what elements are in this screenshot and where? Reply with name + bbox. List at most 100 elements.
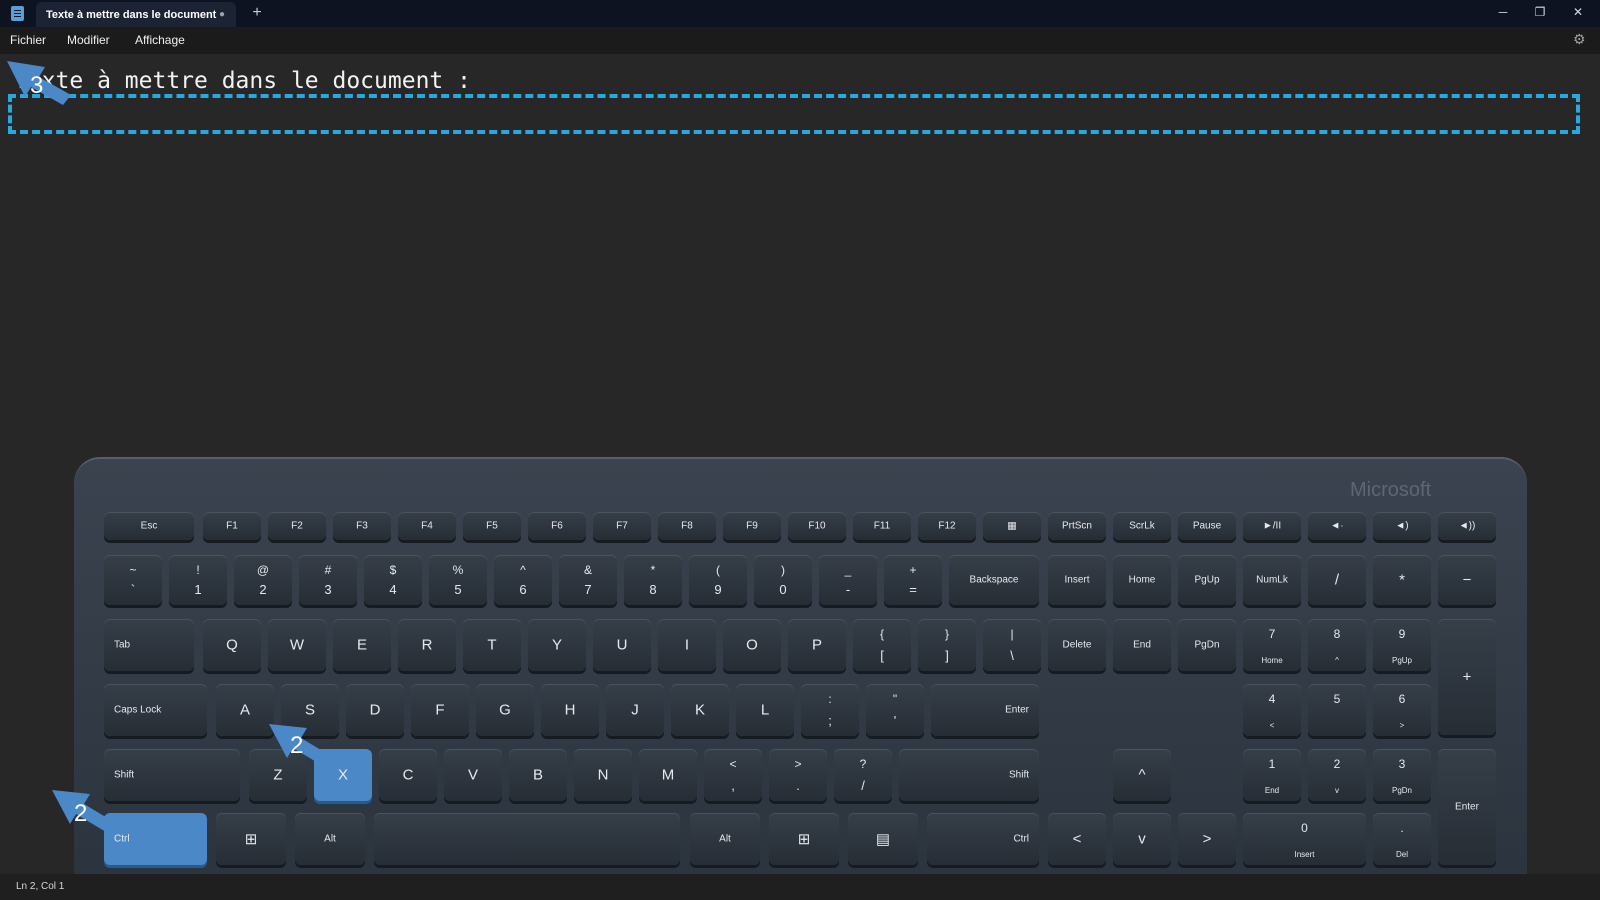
fn-key-11-label: F11: [873, 520, 891, 532]
close-button[interactable]: ✕: [1560, 0, 1596, 27]
unsaved-indicator-icon[interactable]: ●: [215, 8, 229, 22]
fn-key-19-label: ◄): [1395, 520, 1409, 532]
arrow-key-2-label: >: [1202, 830, 1212, 848]
num-key-7-base: 7: [584, 582, 592, 597]
num-key-9: (9: [689, 555, 747, 605]
insertion-target-highlight: [8, 94, 1580, 134]
gear-icon[interactable]: ⚙: [1573, 31, 1586, 48]
nav-key-top-2-label: PgUp: [1194, 574, 1220, 586]
fn-key-12: F12: [918, 512, 976, 540]
fn-key-8-label: F8: [681, 520, 693, 532]
ctrl-right-key-label: Ctrl: [1013, 833, 1029, 845]
shift-right-key: Shift: [899, 749, 1039, 801]
home-row-key-7: K: [671, 684, 729, 736]
bottom-row-key-6-label: M: [661, 766, 675, 784]
numpad-row4-2-sub: PgDn: [1391, 786, 1412, 795]
editor-line-1: Texte à mettre dans le document :: [14, 68, 471, 94]
letter-key-1: W: [268, 619, 326, 671]
letter-key-7: I: [658, 619, 716, 671]
punct-key-1-shift: ": [892, 692, 898, 706]
fn-key-11: F11: [853, 512, 911, 540]
num-key-0: ~ `: [104, 555, 162, 605]
letter-key-6-label: U: [616, 636, 628, 654]
arrow-key-0: <: [1048, 813, 1106, 865]
backspace-key-label: Backspace: [969, 574, 1019, 586]
menu-affichage[interactable]: Affichage: [135, 33, 185, 47]
fn-key-2-label: F2: [291, 520, 303, 532]
num-key-5-base: 5: [454, 582, 462, 597]
num-key-8-shift: *: [650, 563, 656, 577]
step-2-ctrl-label: 2: [74, 800, 88, 827]
home-row-key-8: L: [736, 684, 794, 736]
numpad-mid-1-digit: 8: [1333, 627, 1341, 641]
fn-key-3-label: F3: [356, 520, 368, 532]
bracket-key-0-shift: {: [879, 627, 884, 641]
nav-key-top-0: Insert: [1048, 555, 1106, 605]
num-key-6: ^ 6: [494, 555, 552, 605]
numpad-top-2: *: [1373, 555, 1431, 605]
punct-key-0-shift: :: [828, 692, 832, 706]
maximize-button[interactable]: ❐: [1522, 0, 1558, 27]
new-tab-button[interactable]: +: [248, 4, 266, 22]
menu-fichier[interactable]: Fichier: [10, 33, 46, 47]
menu-modifier[interactable]: Modifier: [67, 33, 110, 47]
arrow-key-1-label: v: [1138, 830, 1146, 848]
fn-key-12-label: F12: [938, 520, 956, 532]
alt-left-key-label: Alt: [324, 833, 336, 845]
numpad-top-0: NumLk: [1243, 555, 1301, 605]
numpad-top-2-label: *: [1399, 571, 1405, 589]
menu-key-icon: ▤: [875, 831, 891, 848]
punct-key-0-base: ;: [828, 713, 832, 728]
numpad-top-0-label: NumLk: [1256, 574, 1288, 586]
windows-key-right: ⊞: [769, 813, 839, 865]
numpad-row3-0-digit: 4: [1268, 692, 1276, 706]
num-key-3: #3: [299, 555, 357, 605]
home-row-key-6: J: [606, 684, 664, 736]
numpad-mid-2-sub: PgUp: [1391, 656, 1412, 665]
num-key-3-shift: #: [324, 563, 332, 577]
num-key-2: @2: [234, 555, 292, 605]
fn-key-14-label: PrtScn: [1061, 520, 1092, 532]
angle-key-1: >.: [769, 749, 827, 801]
num-key-1-shift: !: [196, 563, 200, 577]
num-key-9-shift: (: [716, 563, 720, 577]
shift-left-key-label: Shift: [114, 769, 135, 781]
nav-key-bot-1-label: End: [1133, 639, 1151, 651]
fn-key-1: F1: [203, 512, 261, 540]
numpad-dot-key: . Del: [1373, 813, 1431, 865]
document-tab[interactable]: Texte à mettre dans le document ●: [36, 2, 236, 27]
letter-key-7-label: I: [684, 636, 690, 654]
letter-key-4-label: T: [487, 636, 497, 654]
num-key-12-base: =: [909, 582, 917, 597]
numpad-plus-key-label: +: [1462, 668, 1472, 686]
status-bar: Ln 2, Col 1: [0, 874, 1600, 900]
num-key-1: ! 1: [169, 555, 227, 605]
numpad-row3-2: 6 >: [1373, 684, 1431, 736]
bracket-key-2-shift: |: [1010, 627, 1014, 641]
alt-right-key: Alt: [690, 813, 760, 865]
nav-key-top-1-label: Home: [1128, 574, 1156, 586]
numpad-row3-0: 4 <: [1243, 684, 1301, 736]
letter-key-9-label: P: [811, 636, 822, 654]
letter-key-9: P: [788, 619, 846, 671]
angle-key-2-shift: ?: [859, 757, 867, 771]
angle-key-0: <,: [704, 749, 762, 801]
angle-key-2: ? /: [834, 749, 892, 801]
fn-key-9-label: F9: [746, 520, 758, 532]
backspace-key: Backspace: [949, 555, 1039, 605]
numpad-top-1-label: /: [1334, 571, 1340, 589]
fn-key-18: ◄·: [1308, 512, 1366, 540]
arrow-key-1: v: [1113, 813, 1171, 865]
bracket-key-2-base: \: [1010, 648, 1014, 663]
minimize-button[interactable]: ─: [1485, 0, 1521, 27]
home-row-key-3-label: F: [435, 701, 445, 719]
home-row-key-2-label: D: [369, 701, 381, 719]
numpad-row3-1-digit: 5: [1333, 692, 1341, 706]
num-key-3-base: 3: [324, 582, 332, 597]
caps-lock-key-label: Caps Lock: [114, 704, 162, 716]
angle-key-1-shift: >: [794, 757, 802, 771]
num-key-1-base: 1: [194, 582, 202, 597]
fn-key-4: F4: [398, 512, 456, 540]
fn-key-17-label: ►/II: [1262, 520, 1282, 532]
fn-key-17: ►/II: [1243, 512, 1301, 540]
